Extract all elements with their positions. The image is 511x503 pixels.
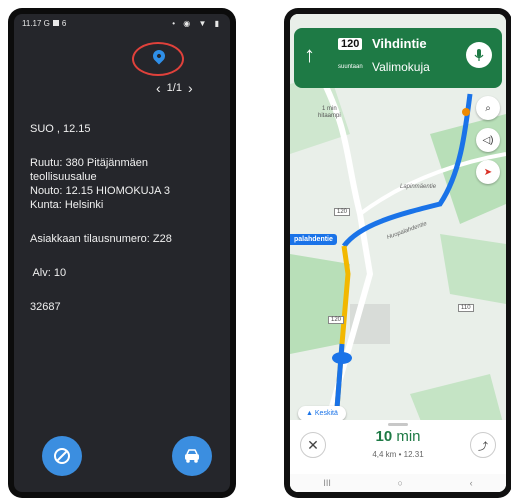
highlight-circle bbox=[132, 42, 184, 76]
trip-separator: • bbox=[398, 450, 402, 459]
pager-count: 1/1 bbox=[166, 82, 182, 94]
recenter-icon: ▲ bbox=[306, 410, 313, 417]
status-extra: 6 bbox=[61, 18, 67, 28]
navigate-button[interactable] bbox=[42, 436, 82, 476]
compass-off-icon bbox=[54, 448, 70, 464]
status-icons: • ◉ ▼ ▮ bbox=[172, 18, 222, 28]
system-nav-bar: III ○ ‹ bbox=[290, 474, 506, 492]
map-label-lapinmaentie: Lapinmäentie bbox=[400, 184, 437, 190]
car-action-button[interactable] bbox=[172, 436, 212, 476]
left-phone: 11.17 G 6 • ◉ ▼ ▮ ‹ 1/1 › SUO , 12.15 Ru… bbox=[8, 8, 236, 498]
compass-button[interactable]: ➤ bbox=[476, 160, 500, 184]
order-details: SUO , 12.15 Ruutu: 380 Pitäjänmäen teoll… bbox=[30, 122, 220, 314]
ruutu-line-2: teollisuusalue bbox=[30, 171, 97, 183]
traffic-note: 1 min hitaampi bbox=[318, 106, 341, 119]
eta-value: 10 bbox=[375, 428, 393, 445]
search-icon: ⌕ bbox=[485, 102, 491, 114]
location-pin-icon[interactable] bbox=[150, 47, 168, 65]
mic-button[interactable] bbox=[466, 42, 492, 68]
home-button[interactable]: ○ bbox=[398, 478, 403, 488]
code-line: 32687 bbox=[30, 301, 61, 313]
pager: ‹ 1/1 › bbox=[156, 80, 193, 96]
alternate-routes-button[interactable]: ⤴ bbox=[470, 432, 496, 458]
mic-icon bbox=[474, 49, 484, 61]
road-badge-1: 120 bbox=[334, 208, 351, 216]
road-badge-3: 110 bbox=[458, 304, 474, 312]
eta-unit: min bbox=[396, 428, 421, 445]
road-badge-2: 120 bbox=[328, 316, 345, 324]
status-carrier: G bbox=[43, 18, 50, 28]
back-button[interactable]: ‹ bbox=[470, 478, 473, 488]
search-button[interactable]: ⌕ bbox=[476, 96, 500, 120]
fork-icon: ⤴ bbox=[478, 441, 488, 453]
recenter-label: Keskitä bbox=[314, 410, 338, 417]
toward-label: suuntaan bbox=[338, 64, 363, 70]
toward-street: Valimokuja bbox=[372, 60, 430, 74]
right-phone: ↑ 120 Vihdintie suuntaan Valimokuja ⌕ ◁)… bbox=[284, 8, 511, 498]
turn-arrow-icon: ↑ bbox=[304, 42, 315, 67]
arrival-time: 12.31 bbox=[403, 450, 424, 459]
next-street: Vihdintie bbox=[372, 36, 427, 51]
current-street-tag: palahdentie bbox=[290, 234, 337, 245]
pager-next-button[interactable]: › bbox=[188, 80, 193, 96]
trip-summary-panel[interactable]: ✕ 10 min 4,4 km • 12.31 ⤴ bbox=[290, 420, 506, 474]
recents-button[interactable]: III bbox=[323, 478, 331, 488]
pager-prev-button[interactable]: ‹ bbox=[156, 80, 161, 96]
right-screen: ↑ 120 Vihdintie suuntaan Valimokuja ⌕ ◁)… bbox=[290, 14, 506, 492]
panel-drag-handle[interactable] bbox=[388, 423, 408, 426]
car-icon bbox=[185, 449, 199, 463]
route-number-badge: 120 bbox=[338, 38, 363, 50]
ruutu-line-1: Ruutu: 380 Pitäjänmäen bbox=[30, 157, 149, 169]
navigation-instruction-card[interactable]: ↑ 120 Vihdintie suuntaan Valimokuja bbox=[294, 28, 502, 88]
order-header: SUO , 12.15 bbox=[30, 123, 91, 135]
sound-icon: ◁) bbox=[482, 134, 494, 146]
status-time: 11.17 bbox=[22, 18, 42, 28]
recenter-button[interactable]: ▲ Keskitä bbox=[298, 406, 346, 421]
sound-button[interactable]: ◁) bbox=[476, 128, 500, 152]
compass-icon: ➤ bbox=[483, 166, 493, 178]
left-screen: 11.17 G 6 • ◉ ▼ ▮ ‹ 1/1 › SUO , 12.15 Ru… bbox=[14, 14, 230, 492]
kunta-line: Kunta: Helsinki bbox=[30, 199, 104, 211]
nouto-line: Nouto: 12.15 HIOMOKUJA 3 bbox=[30, 185, 171, 197]
left-status-bar: 11.17 G 6 • ◉ ▼ ▮ bbox=[14, 14, 230, 32]
status-square-icon bbox=[52, 20, 59, 26]
alv-line: Alv: 10 bbox=[30, 267, 67, 279]
tilausnumero-line: Asiakkaan tilausnumero: Z28 bbox=[30, 233, 172, 245]
trip-distance: 4,4 km bbox=[372, 450, 397, 459]
